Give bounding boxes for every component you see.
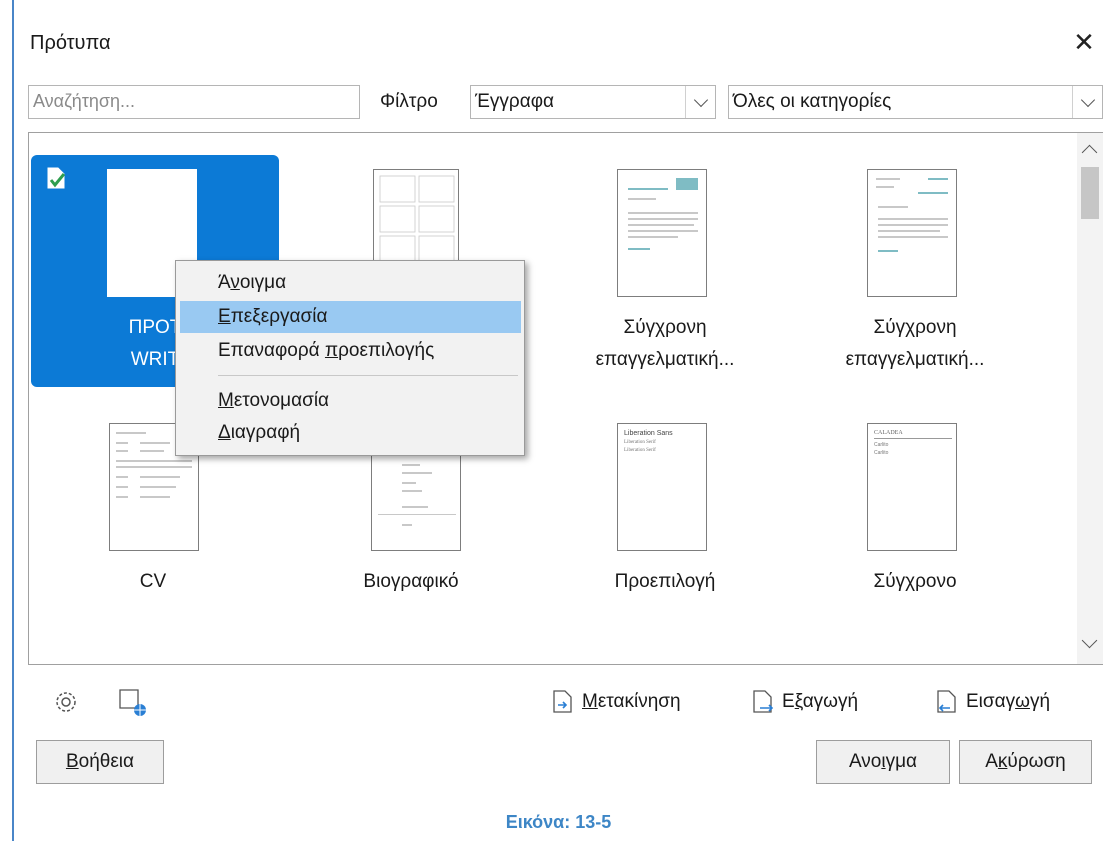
template-label: Βιογραφικό <box>363 571 459 592</box>
cancel-button[interactable]: Ακ ύρωση <box>959 740 1092 784</box>
thumbnail-text: CALADEA <box>874 430 903 436</box>
close-icon[interactable]: ✕ <box>1066 24 1102 60</box>
help-button[interactable]: Βοήθεια <box>36 740 164 784</box>
template-label: Σύγχρονο <box>873 571 957 592</box>
template-label: Σύγχρονη <box>873 317 957 338</box>
thumbnail-text: Liberation Serif <box>624 440 656 445</box>
search-input[interactable]: Αναζήτηση... <box>28 85 360 119</box>
figure-caption: Εικόνα: 13-5 <box>505 812 612 832</box>
template-tile[interactable]: CALADEA Carlito Carlito Σύγχρονο <box>791 409 1039 641</box>
doc-type-combo[interactable]: Έγγραφα <box>470 85 716 119</box>
filter-label: Φίλτρο <box>380 91 438 112</box>
dialog-title: Πρότυπα <box>30 32 111 54</box>
scroll-up-icon[interactable] <box>1081 144 1098 161</box>
globe-document-icon[interactable] <box>116 686 148 718</box>
menu-item-rename[interactable]: Μετονομασία <box>180 385 521 417</box>
menu-item-open[interactable]: Άνοιγμα <box>180 267 521 299</box>
open-button[interactable]: Ανο ι γμα <box>816 740 950 784</box>
template-tile[interactable]: Σύγχρονη επαγγελματική... <box>791 155 1039 387</box>
scroll-down-icon[interactable] <box>1081 632 1098 649</box>
thumbnail-text: Carlito <box>874 442 889 448</box>
default-template-icon <box>47 167 65 189</box>
template-label: επαγγελματική... <box>595 349 735 370</box>
menu-item-edit[interactable]: Επεξεργασία <box>180 301 521 333</box>
template-label: CV <box>139 571 167 592</box>
gear-icon[interactable] <box>50 686 82 718</box>
export-button[interactable]: Εξαγωγή <box>752 690 858 714</box>
thumbnail-text: Liberation Sans <box>624 430 673 437</box>
template-thumbnail: CALADEA Carlito Carlito <box>867 423 957 551</box>
template-thumbnail <box>617 169 707 297</box>
move-icon <box>553 690 572 713</box>
vertical-scrollbar[interactable] <box>1077 133 1103 664</box>
thumbnail-text: Liberation Serif <box>624 448 656 453</box>
export-icon <box>753 690 774 713</box>
context-menu: Άνοιγμα Επεξεργασία Επαναφορά προεπιλογή… <box>175 260 525 456</box>
template-thumbnail <box>867 169 957 297</box>
category-combo[interactable]: Όλες οι κατηγορίες <box>728 85 1103 119</box>
doc-type-value: Έγγραφα <box>475 91 554 112</box>
chevron-down-icon[interactable] <box>685 86 715 118</box>
chevron-down-icon[interactable] <box>1072 86 1102 118</box>
template-thumbnail: Liberation Sans Liberation Serif Liberat… <box>617 423 707 551</box>
menu-item-delete[interactable]: Διαγραφή <box>180 417 521 449</box>
menu-item-reset-default[interactable]: Επαναφορά προεπιλογής <box>180 335 521 367</box>
scrollbar-thumb[interactable] <box>1081 167 1099 219</box>
template-tile[interactable]: Σύγχρονη επαγγελματική... <box>541 155 789 387</box>
category-value: Όλες οι κατηγορίες <box>733 91 892 112</box>
template-label: Σύγχρονη <box>623 317 707 338</box>
move-button[interactable]: Μετακίνηση <box>552 690 681 714</box>
templates-dialog: Πρότυπα ✕ Αναζήτηση... Φίλτρο Έγγραφα Όλ… <box>14 0 1103 816</box>
thumbnail-text: Carlito <box>874 450 889 456</box>
template-label: Προεπιλογή <box>614 571 716 592</box>
import-icon <box>937 690 956 713</box>
import-button[interactable]: Εισαγωγή <box>936 690 1050 714</box>
template-label: επαγγελματική... <box>845 349 985 370</box>
menu-separator <box>218 375 518 376</box>
template-tile[interactable]: Liberation Sans Liberation Serif Liberat… <box>541 409 789 641</box>
